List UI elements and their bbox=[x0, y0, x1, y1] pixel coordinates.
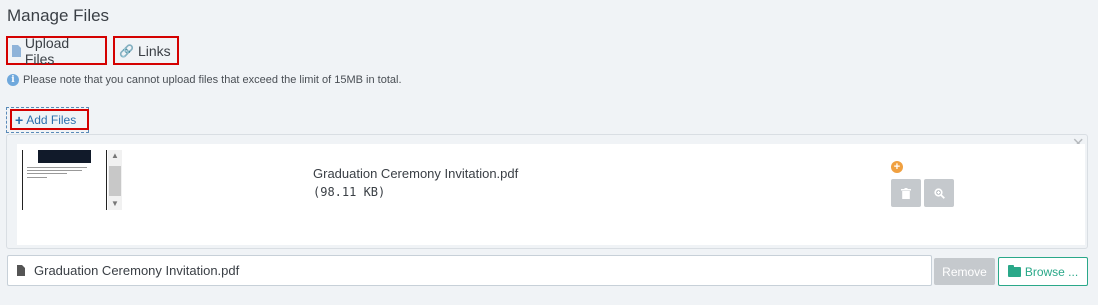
folder-open-icon bbox=[1007, 264, 1021, 277]
tab-upload-files-label: Upload Files bbox=[24, 34, 70, 67]
scroll-down-icon[interactable]: ▼ bbox=[108, 198, 122, 210]
thumbnail-text-line bbox=[27, 170, 82, 171]
delete-button[interactable] bbox=[891, 179, 921, 207]
add-files-button[interactable]: + Add Files bbox=[10, 109, 89, 130]
add-circle-icon[interactable]: + bbox=[891, 161, 903, 173]
add-files-label: Add Files bbox=[26, 112, 77, 127]
upload-limit-text: Please note that you cannot upload files… bbox=[23, 74, 402, 86]
file-card: ▲ ▼ Graduation Ceremony Invitation.pdf (… bbox=[17, 144, 1085, 245]
thumbnail-text-line bbox=[27, 167, 87, 168]
remove-button[interactable]: Remove bbox=[934, 258, 995, 285]
tab-links-label: Links bbox=[137, 42, 171, 59]
upload-limit-notice: i Please note that you cannot upload fil… bbox=[7, 74, 402, 86]
thumbnail-header-image bbox=[38, 150, 91, 163]
file-name: Graduation Ceremony Invitation.pdf bbox=[313, 166, 519, 181]
thumbnail-text-line bbox=[27, 177, 47, 178]
tab-upload-files[interactable]: Upload Files bbox=[6, 34, 107, 67]
document-icon bbox=[17, 265, 25, 276]
plus-icon: + bbox=[15, 111, 24, 128]
browse-label: Browse ... bbox=[1024, 264, 1079, 279]
file-icon bbox=[12, 44, 21, 57]
tab-links[interactable]: 🔗 Links bbox=[113, 36, 179, 65]
file-preview-thumbnail bbox=[22, 150, 107, 210]
file-size: (98.11 KB) bbox=[313, 185, 386, 199]
browse-button[interactable]: Browse ... bbox=[998, 257, 1088, 286]
selected-file-name: Graduation Ceremony Invitation.pdf bbox=[34, 263, 240, 278]
scroll-up-icon[interactable]: ▲ bbox=[108, 150, 122, 162]
info-icon: i bbox=[7, 74, 19, 86]
zoom-icon bbox=[933, 187, 945, 199]
link-icon: 🔗 bbox=[119, 43, 134, 58]
trash-icon bbox=[901, 187, 911, 199]
thumbnail-text-line bbox=[27, 173, 67, 174]
scrollbar-thumb[interactable] bbox=[109, 166, 121, 196]
zoom-button[interactable] bbox=[924, 179, 954, 207]
preview-scrollbar[interactable]: ▲ ▼ bbox=[108, 150, 122, 210]
selected-file-field[interactable]: Graduation Ceremony Invitation.pdf bbox=[7, 255, 932, 286]
file-list-panel: × ▲ ▼ Graduation Ceremony Invitation.pdf… bbox=[6, 134, 1088, 249]
page-title: Manage Files bbox=[7, 6, 110, 25]
